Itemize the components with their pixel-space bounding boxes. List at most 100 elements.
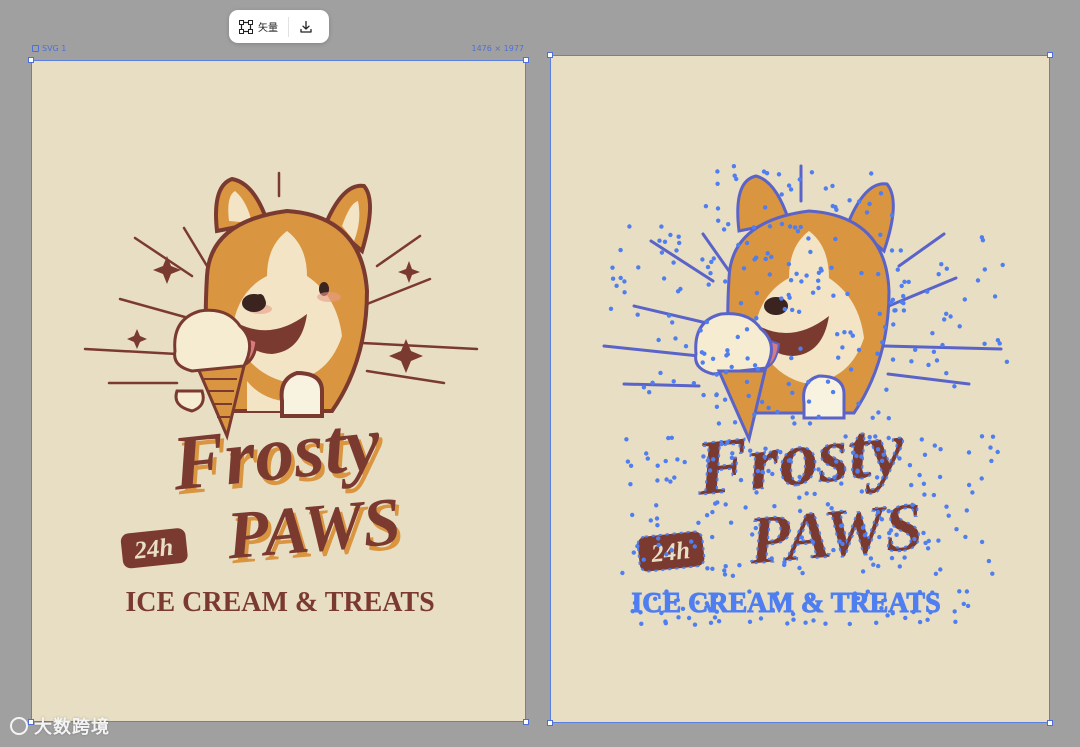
anchor-point (784, 596, 790, 602)
anchor-point (769, 556, 774, 561)
anchor-point (886, 416, 891, 421)
anchor-point (966, 482, 972, 488)
anchor-point (675, 597, 680, 603)
anchor-point (628, 482, 633, 487)
anchor-point (910, 502, 915, 508)
badge-24h-text: 24h (132, 534, 175, 565)
resize-handle-bottom-left[interactable] (547, 720, 553, 726)
anchor-point (888, 300, 894, 305)
resize-handle-bottom-right[interactable] (523, 719, 529, 725)
anchor-point (650, 380, 655, 385)
anchor-point (886, 435, 891, 441)
anchor-point (859, 489, 864, 494)
anchor-point (936, 538, 941, 543)
resize-handle-bottom-right[interactable] (1047, 720, 1053, 726)
anchor-point (886, 508, 891, 514)
anchor-point (723, 370, 729, 375)
anchor-point (655, 478, 660, 483)
anchor-point (902, 279, 907, 284)
artboard-vectorized[interactable]: Frosty 24h PAWS ICE CREAM & TREATS (547, 52, 1053, 726)
resize-handle-top-left[interactable] (547, 52, 553, 58)
anchor-point (830, 389, 836, 395)
anchor-point (942, 317, 947, 322)
resize-handle-top-right[interactable] (1047, 52, 1053, 58)
anchor-point (635, 312, 640, 317)
anchor-point (937, 474, 943, 480)
anchor-point (979, 476, 984, 481)
anchor-point (899, 283, 904, 289)
anchor-point (845, 291, 850, 297)
anchor-point (790, 415, 795, 420)
anchor-point (833, 236, 838, 242)
anchor-point (940, 342, 945, 348)
anchor-point (759, 399, 765, 405)
anchor-point (779, 192, 784, 197)
anchor-point (755, 468, 761, 474)
anchor-point (614, 283, 619, 288)
anchor-point (796, 309, 802, 314)
artboard-original[interactable]: Frosty Frosty 24h PAWS PAWS ICE CREAM & … (28, 57, 529, 725)
anchor-point (636, 265, 641, 270)
anchor-point (700, 257, 705, 262)
anchor-point (831, 547, 836, 553)
anchor-point (825, 502, 831, 507)
anchor-point (662, 239, 668, 244)
anchor-point (816, 414, 821, 419)
anchor-point (716, 619, 722, 624)
anchor-point (830, 203, 835, 209)
anchor-point (683, 344, 689, 349)
anchor-point (765, 251, 770, 256)
anchor-point (876, 271, 881, 277)
anchor-point (748, 448, 753, 453)
anchor-point (632, 600, 638, 606)
anchor-point (885, 613, 890, 618)
anchor-point (713, 594, 719, 599)
logo-wordmark: Frosty Frosty 24h PAWS PAWS ICE CREAM & … (120, 398, 435, 618)
anchor-point (930, 590, 935, 595)
anchor-point (732, 420, 738, 425)
anchor-point (622, 290, 627, 295)
anchor-point (876, 563, 881, 569)
anchor-point (930, 331, 935, 336)
anchor-point (725, 348, 730, 353)
anchor-point (716, 218, 721, 223)
download-button[interactable] (289, 10, 323, 43)
anchor-point (877, 534, 882, 540)
anchor-point (732, 173, 737, 178)
anchor-point (708, 620, 714, 625)
anchor-point (799, 535, 804, 540)
anchor-point (944, 504, 949, 509)
anchor-point (889, 248, 895, 253)
anchor-point (931, 349, 937, 354)
anchor-point (864, 210, 870, 215)
anchor-point (995, 449, 1000, 455)
anchor-point (939, 262, 944, 267)
anchor-point (655, 463, 660, 468)
anchor-point (979, 434, 985, 439)
resize-handle-top-left[interactable] (28, 57, 34, 63)
anchor-point (647, 390, 652, 395)
frame-name-label[interactable]: SVG 1 (32, 44, 66, 53)
anchor-point (911, 609, 916, 615)
anchor-point (786, 381, 791, 387)
anchor-point (677, 240, 682, 246)
vector-button[interactable]: 矢量 (229, 10, 288, 43)
anchor-point (957, 324, 962, 329)
anchor-point (803, 620, 808, 625)
anchor-point (786, 261, 792, 267)
resize-handle-top-right[interactable] (523, 57, 529, 63)
anchor-point (714, 404, 720, 409)
anchor-point (714, 372, 719, 377)
anchor-point (775, 409, 780, 415)
anchor-point (715, 169, 720, 174)
anchor-point (917, 619, 923, 625)
anchor-point (630, 512, 635, 518)
anchor-point (701, 392, 706, 398)
anchor-point (804, 595, 810, 600)
anchor-point (884, 387, 889, 392)
anchor-point (778, 449, 783, 455)
anchor-point (848, 330, 853, 335)
anchor-point (938, 567, 943, 572)
anchor-point (782, 306, 787, 312)
anchor-point (674, 248, 679, 253)
